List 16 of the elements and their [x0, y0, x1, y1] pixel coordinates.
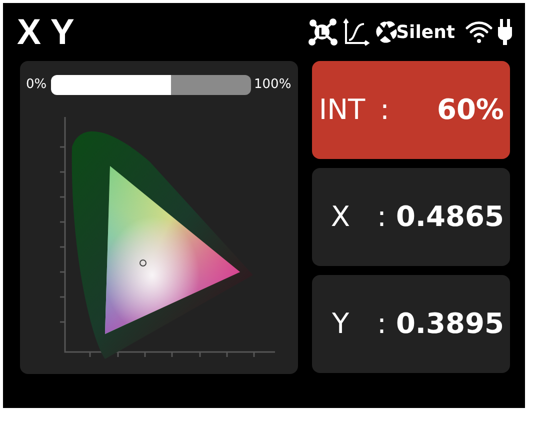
- reading-value: 60%: [436, 92, 504, 128]
- wifi-icon: [465, 20, 493, 44]
- separator: :: [380, 92, 390, 128]
- screen-title: X Y: [17, 14, 74, 50]
- min-label: 0%: [26, 76, 48, 94]
- reading-value: 0.4865: [396, 199, 504, 235]
- separator: :: [377, 306, 388, 342]
- curve-graph-icon: [342, 18, 370, 46]
- max-label: 100%: [254, 76, 292, 94]
- reading-label: X: [330, 199, 352, 235]
- reading-value: 0.3895: [396, 306, 504, 342]
- reading-label: Y: [330, 306, 350, 342]
- reading-label: INT: [318, 92, 366, 128]
- separator: :: [377, 199, 388, 235]
- plug-icon: [497, 18, 513, 46]
- fan-mode-label: Silent: [396, 20, 455, 44]
